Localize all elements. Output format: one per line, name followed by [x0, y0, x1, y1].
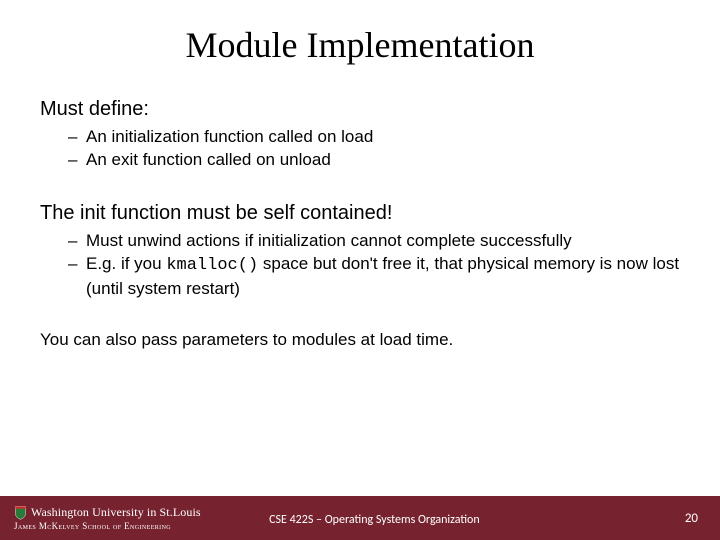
- university-logo-block: Washington University in St.Louis James …: [0, 496, 201, 540]
- closing-text: You can also pass parameters to modules …: [40, 329, 680, 352]
- bullet-item: An initialization function called on loa…: [68, 126, 680, 149]
- section-heading-1: Must define:: [40, 96, 680, 122]
- logo-line: Washington University in St.Louis: [14, 505, 201, 520]
- university-name: Washington University in St.Louis: [31, 505, 201, 520]
- page-number: 20: [685, 511, 698, 526]
- bullet-item: An exit function called on unload: [68, 149, 680, 172]
- bullet-text-pre: E.g. if you: [86, 254, 166, 273]
- bullet-list-2: Must unwind actions if initialization ca…: [68, 230, 680, 301]
- shield-icon: [14, 505, 27, 520]
- school-post: School of Engineering: [80, 521, 171, 531]
- course-label: CSE 422S – Operating Systems Organizatio…: [269, 513, 480, 527]
- section-heading-2: The init function must be self contained…: [40, 200, 680, 226]
- bullet-item: E.g. if you kmalloc() space but don't fr…: [68, 253, 680, 301]
- bullet-list-1: An initialization function called on loa…: [68, 126, 680, 172]
- slide: Module Implementation Must define: An in…: [0, 0, 720, 540]
- school-mid: McKelvey: [39, 521, 80, 531]
- slide-title: Module Implementation: [40, 24, 680, 66]
- bullet-item: Must unwind actions if initialization ca…: [68, 230, 680, 253]
- inline-code: kmalloc(): [166, 256, 258, 275]
- school-name: James McKelvey School of Engineering: [14, 521, 201, 531]
- school-pre: James: [14, 521, 39, 531]
- footer-bar: Washington University in St.Louis James …: [0, 496, 720, 540]
